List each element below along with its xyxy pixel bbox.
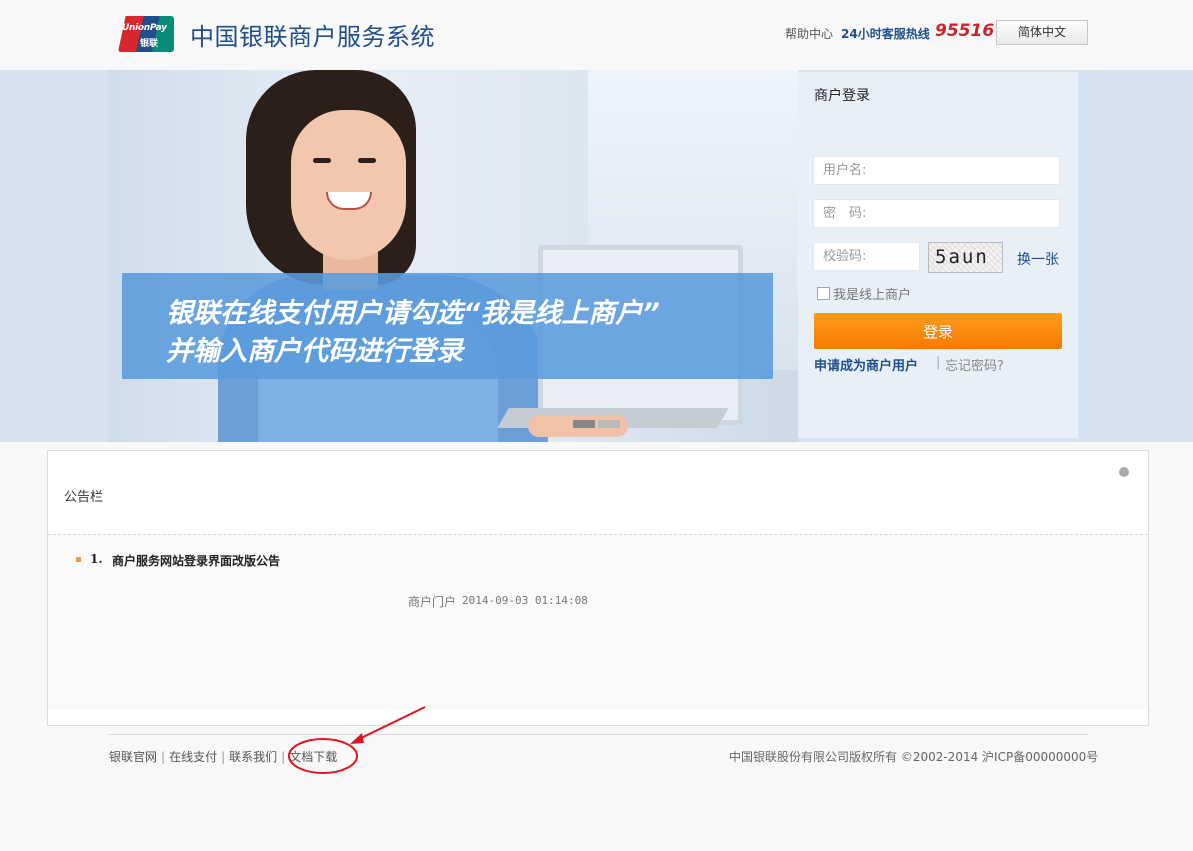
forgot-password-link[interactable]: 忘记密码? (945, 355, 1004, 374)
captcha-image[interactable]: 5aun (928, 242, 1003, 273)
notice-list: 1. 商户服务网站登录界面改版公告 商户门户 2014-09-03 01:14:… (48, 535, 1148, 709)
online-merchant-option: 我是线上商户 (817, 284, 911, 303)
apply-merchant-link[interactable]: 申请成为商户用户 (814, 355, 918, 374)
copyright-text: 中国银联股份有限公司版权所有 ©2002-2014 沪ICP备00000000号 (729, 750, 1099, 764)
notice-title: 公告栏 (64, 490, 104, 505)
notice-item-title[interactable]: 商户服务网站登录界面改版公告 (112, 552, 280, 569)
login-panel: 商户登录 5aun 换一张 我是线上商户 登录 申请成为商户用户 | 忘记密码? (798, 72, 1078, 438)
banner-line-1: 银联在线支付用户请勾选“我是线上商户” (166, 298, 660, 329)
language-select-button[interactable]: 简体中文 (996, 20, 1088, 45)
banner-photo (108, 70, 798, 442)
banner-line-2: 并输入商户代码进行登录 (166, 336, 463, 367)
unionpay-logo[interactable]: UnionPay 银联 (118, 16, 174, 52)
hotline-number: 95516 (935, 21, 995, 41)
refresh-captcha-link[interactable]: 换一张 (1017, 249, 1059, 269)
notice-item-number: 1. (90, 552, 103, 566)
system-title: 中国银联商户服务系统 (190, 23, 435, 51)
help-center-link[interactable]: 帮助中心 (785, 25, 833, 42)
notice-item-datetime: 2014-09-03 01:14:08 (462, 594, 588, 607)
login-title: 商户登录 (814, 88, 870, 104)
footer-link-contact[interactable]: 联系我们 (229, 750, 277, 764)
captcha-text: 5aun (935, 246, 989, 268)
logo-text-bottom: 银联 (140, 39, 159, 49)
footer-divider (108, 734, 1088, 735)
footer-link-online-payment[interactable]: 在线支付 (169, 750, 217, 764)
online-merchant-checkbox[interactable] (817, 287, 830, 300)
notice-board: 公告栏 1. 商户服务网站登录界面改版公告 商户门户 2014-09-03 01… (47, 450, 1149, 726)
banner-message: 银联在线支付用户请勾选“我是线上商户” 并输入商户代码进行登录 (122, 273, 773, 379)
list-bullet-icon (76, 557, 81, 562)
username-input[interactable] (814, 157, 1059, 184)
banner-slide-dot-2[interactable] (598, 420, 620, 428)
logo-text-top: UnionPay (122, 23, 167, 33)
hotline-label: 24小时客服热线 (841, 27, 930, 41)
online-merchant-label[interactable]: 我是线上商户 (833, 288, 911, 303)
page-header: UnionPay 银联 中国银联商户服务系统 帮助中心 24小时客服热线 955… (0, 0, 1193, 70)
banner-slide-dot-1[interactable] (573, 420, 595, 428)
notice-item-source: 商户门户 (408, 595, 457, 609)
password-input[interactable] (814, 200, 1059, 227)
username-field-box (813, 156, 1060, 185)
captcha-input[interactable] (814, 243, 919, 270)
footer-link-unionpay-site[interactable]: 银联官网 (109, 750, 157, 764)
login-button[interactable]: 登录 (814, 313, 1062, 349)
footer-links: 银联官网 | 在线支付 | 联系我们 | 文档下载 (109, 750, 338, 764)
link-separator: | (936, 355, 941, 370)
hero-banner: 银联在线支付用户请勾选“我是线上商户” 并输入商户代码进行登录 商户登录 5au… (0, 70, 1193, 442)
password-field-box (813, 199, 1060, 228)
notice-header: 公告栏 (48, 451, 1148, 535)
notice-indicator-dot[interactable] (1119, 467, 1129, 477)
footer-link-doc-download[interactable]: 文档下载 (289, 750, 337, 764)
captcha-field-box (813, 242, 920, 271)
